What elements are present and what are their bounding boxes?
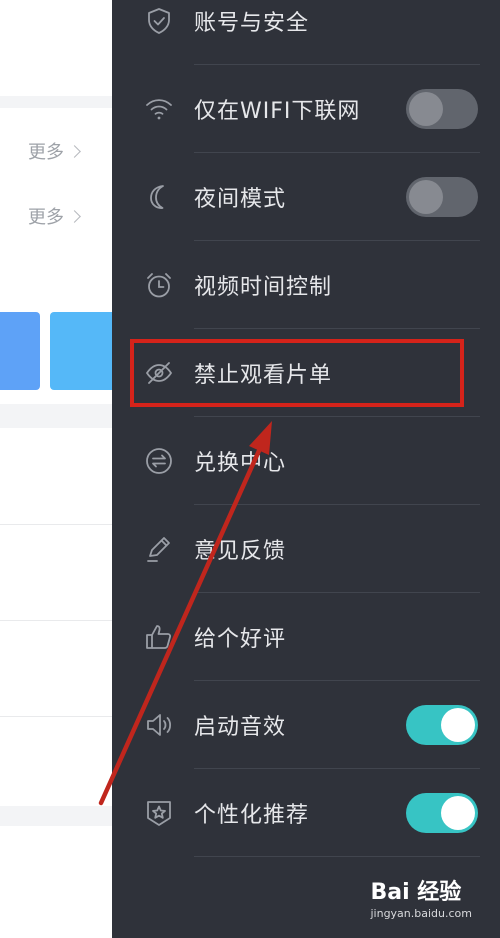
background-header-card [0, 0, 112, 96]
watermark-logo: Bai 经验 [370, 874, 472, 906]
chevron-right-icon [68, 210, 81, 223]
menu-item-label: 视频时间控制 [194, 275, 333, 300]
divider [0, 716, 112, 717]
watermark-brand: Bai 经验 [370, 880, 462, 905]
menu-item-label: 夜间模式 [194, 187, 287, 212]
menu-item-startup-sound[interactable]: 启动音效 [112, 681, 500, 769]
moon-icon [144, 182, 174, 212]
menu-item-account-security[interactable]: 账号与安全 [112, 0, 500, 65]
more-link-label: 更多 [28, 207, 64, 228]
menu-item-video-time-control[interactable]: 视频时间控制 [112, 241, 500, 329]
background-tile[interactable] [50, 312, 112, 390]
divider [0, 524, 112, 525]
wifi-only-toggle[interactable] [406, 89, 478, 129]
more-link[interactable]: 更多 [28, 203, 81, 229]
more-link-label: 更多 [28, 142, 64, 163]
divider [194, 856, 480, 857]
startup-sound-toggle[interactable] [406, 705, 478, 745]
toggle-knob [441, 796, 475, 830]
menu-item-label: 意见反馈 [194, 539, 287, 564]
background-page: 更多 更多 [0, 0, 112, 938]
more-link[interactable]: 更多 [28, 138, 81, 164]
pencil-icon [144, 534, 174, 564]
watermark: Bai 经验 jingyan.baidu.com [370, 874, 472, 920]
menu-item-label: 账号与安全 [194, 11, 310, 36]
watermark-url: jingyan.baidu.com [370, 907, 472, 920]
background-list [0, 428, 112, 806]
personalized-recommendation-toggle[interactable] [406, 793, 478, 833]
background-tile[interactable] [0, 312, 40, 390]
alarm-clock-icon [144, 270, 174, 300]
menu-item-label: 仅在WIFI下联网 [194, 99, 361, 124]
thumbs-up-icon [144, 622, 174, 652]
menu-item-rate-app[interactable]: 给个好评 [112, 593, 500, 681]
menu-item-wifi-only[interactable]: 仅在WIFI下联网 [112, 65, 500, 153]
toggle-knob [441, 708, 475, 742]
wifi-icon [144, 94, 174, 124]
speaker-icon [144, 710, 174, 740]
exchange-icon [144, 446, 174, 476]
night-mode-toggle[interactable] [406, 177, 478, 217]
menu-item-label: 启动音效 [194, 715, 287, 740]
divider [0, 620, 112, 621]
menu-item-personalized-recommendation[interactable]: 个性化推荐 [112, 769, 500, 857]
star-badge-icon [144, 798, 174, 828]
menu-item-feedback[interactable]: 意见反馈 [112, 505, 500, 593]
menu-item-label: 给个好评 [194, 627, 287, 652]
shield-icon [144, 6, 174, 36]
background-footer-card [0, 826, 112, 938]
menu-item-label: 个性化推荐 [194, 803, 310, 828]
chevron-right-icon [68, 145, 81, 158]
settings-drawer: 账号与安全 仅在WIFI下联网 夜间模式 视频时间控制 禁止观看片单 兑换中心 … [112, 0, 500, 938]
toggle-knob [409, 180, 443, 214]
menu-item-redeem-center[interactable]: 兑换中心 [112, 417, 500, 505]
toggle-knob [409, 92, 443, 126]
menu-item-night-mode[interactable]: 夜间模式 [112, 153, 500, 241]
menu-item-label: 兑换中心 [194, 451, 287, 476]
highlight-box [130, 339, 464, 407]
